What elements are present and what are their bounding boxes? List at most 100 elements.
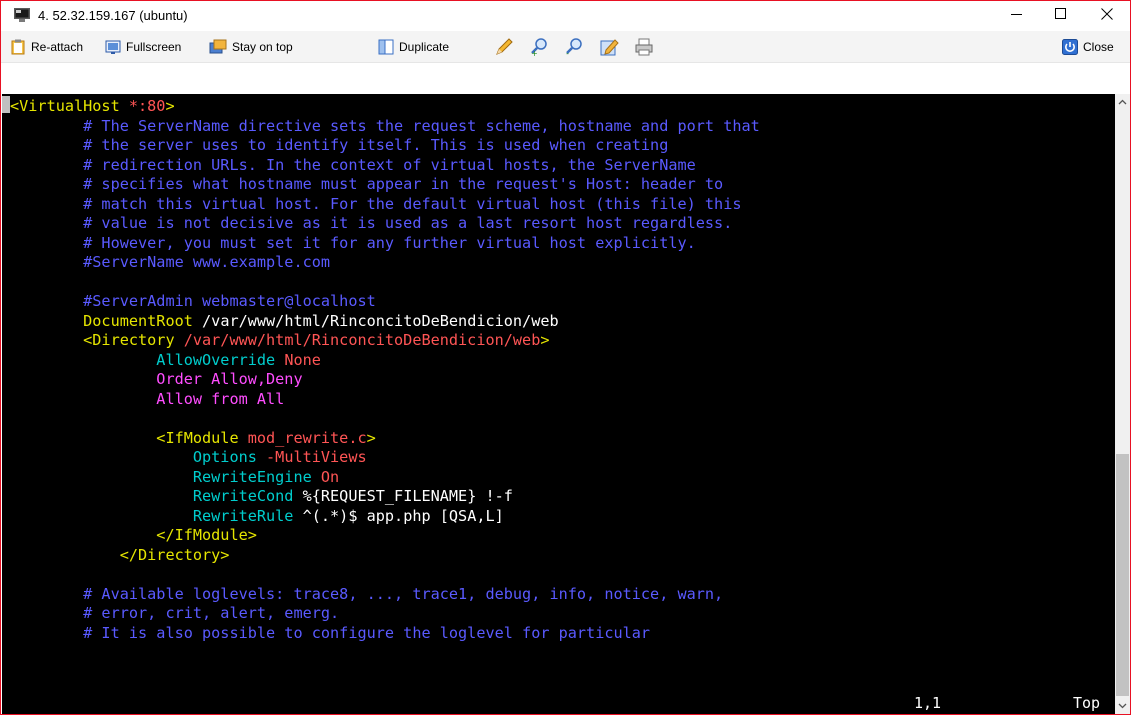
terminal-text: RewriteEngine bbox=[10, 467, 321, 486]
power-icon bbox=[1062, 39, 1078, 55]
window-title: 4. 52.32.159.167 (ubuntu) bbox=[38, 8, 188, 23]
terminal-text: # specifies what hostname must appear in… bbox=[10, 175, 724, 193]
terminal-text: </IfModule> bbox=[10, 526, 257, 544]
print-icon[interactable] bbox=[634, 37, 654, 57]
edit-icon[interactable] bbox=[599, 37, 619, 57]
terminal-line: #ServerAdmin webmaster@localhost bbox=[10, 292, 760, 312]
clipboard-icon bbox=[11, 39, 25, 55]
terminal-text: # However, you must set it for any furth… bbox=[10, 233, 696, 252]
fullscreen-button[interactable]: Fullscreen bbox=[105, 37, 181, 57]
maximize-icon bbox=[1055, 7, 1067, 25]
vertical-scrollbar[interactable] bbox=[1115, 94, 1130, 714]
scroll-up-button[interactable] bbox=[1115, 94, 1130, 109]
reattach-button[interactable]: Re-attach bbox=[10, 37, 83, 57]
terminal-line: Options -MultiViews bbox=[10, 448, 760, 468]
terminal-line: <VirtualHost *:80> bbox=[10, 97, 760, 117]
toolbar: Re-attach Fullscreen Stay on top Duplica… bbox=[1, 31, 1130, 63]
terminal-line: # The ServerName directive sets the requ… bbox=[10, 117, 760, 137]
terminal-text: #ServerAdmin webmaster@localhost bbox=[10, 292, 376, 310]
terminal-text: Order Allow,Deny bbox=[10, 370, 303, 388]
close-label: Close bbox=[1083, 40, 1114, 54]
terminal-text: > bbox=[366, 428, 376, 447]
zoom-out-icon[interactable]: - bbox=[564, 37, 584, 58]
terminal-text: # The ServerName directive sets the requ… bbox=[10, 116, 760, 135]
terminal-line: <IfModule mod_rewrite.c> bbox=[10, 429, 760, 449]
title-bar[interactable]: 4. 52.32.159.167 (ubuntu) bbox=[1, 1, 1130, 31]
duplicate-button[interactable]: Duplicate bbox=[378, 37, 449, 57]
chevron-down-icon bbox=[1118, 703, 1127, 708]
terminal-line: #ServerName www.example.com bbox=[10, 253, 760, 273]
terminal-text: mod_rewrite.c bbox=[247, 428, 367, 447]
close-icon bbox=[1101, 7, 1113, 25]
app-icon bbox=[14, 8, 30, 22]
minimize-button[interactable] bbox=[994, 1, 1040, 31]
terminal-window: 4. 52.32.159.167 (ubuntu) Re-attach Full… bbox=[0, 0, 1131, 715]
pencil-icon[interactable] bbox=[494, 37, 514, 57]
terminal-line: Order Allow,Deny bbox=[10, 370, 760, 390]
terminal-line: # specifies what hostname must appear in… bbox=[10, 175, 760, 195]
duplicate-label: Duplicate bbox=[399, 40, 450, 54]
terminal-line: RewriteEngine On bbox=[10, 468, 760, 488]
terminal-text: -MultiViews bbox=[266, 448, 367, 466]
reattach-label: Re-attach bbox=[31, 40, 84, 54]
terminal-line: # Available loglevels: trace8, ..., trac… bbox=[10, 585, 760, 605]
terminal-text: > bbox=[540, 331, 550, 349]
scroll-thumb[interactable] bbox=[1116, 454, 1129, 696]
terminal-text: *:80 bbox=[128, 97, 166, 115]
terminal-text: <VirtualHost bbox=[10, 97, 129, 115]
terminal-text: </Directory> bbox=[10, 545, 230, 564]
terminal-line: # It is also possible to configure the l… bbox=[10, 624, 760, 644]
cursor-position: 1,1 bbox=[914, 694, 942, 712]
terminal-text: <IfModule bbox=[10, 428, 248, 447]
maximize-button[interactable] bbox=[1038, 1, 1084, 31]
terminal-line: # error, crit, alert, emerg. bbox=[10, 604, 760, 624]
terminal-text: <Directory bbox=[10, 331, 184, 349]
terminal-text: # value is not decisive as it is used as… bbox=[10, 214, 733, 232]
stay-on-top-icon bbox=[209, 39, 227, 54]
terminal-text: # error, crit, alert, emerg. bbox=[10, 604, 340, 622]
duplicate-icon bbox=[378, 39, 394, 55]
terminal-text: ^(.*)$ app.php [QSA,L] bbox=[302, 506, 504, 525]
fullscreen-label: Fullscreen bbox=[126, 40, 182, 54]
terminal-line: <Directory /var/www/html/RinconcitoDeBen… bbox=[10, 331, 760, 351]
terminal-line: # match this virtual host. For the defau… bbox=[10, 195, 760, 215]
chevron-up-icon bbox=[1118, 99, 1127, 104]
terminal-line: </Directory> bbox=[10, 546, 760, 566]
terminal-content: <VirtualHost *:80> # The ServerName dire… bbox=[10, 97, 760, 643]
terminal-text: %{REQUEST_FILENAME} !-f bbox=[302, 487, 513, 505]
terminal-line: # value is not decisive as it is used as… bbox=[10, 214, 760, 234]
terminal-text: DocumentRoot bbox=[10, 311, 203, 330]
terminal-text: RewriteRule bbox=[10, 506, 303, 525]
zoom-in-icon[interactable]: + bbox=[529, 37, 549, 58]
terminal-text: # the server uses to identify itself. Th… bbox=[10, 136, 669, 154]
svg-text:+: + bbox=[531, 49, 538, 57]
terminal-line: </IfModule> bbox=[10, 526, 760, 546]
stay-on-top-label: Stay on top bbox=[232, 40, 293, 54]
svg-text:-: - bbox=[566, 49, 569, 57]
terminal-line: # redirection URLs. In the context of vi… bbox=[10, 156, 760, 176]
close-window-button[interactable] bbox=[1084, 1, 1130, 31]
terminal-line: RewriteCond %{REQUEST_FILENAME} !-f bbox=[10, 487, 760, 507]
terminal-text: # match this virtual host. For the defau… bbox=[10, 194, 742, 213]
scroll-down-button[interactable] bbox=[1115, 698, 1130, 713]
terminal-text: On bbox=[320, 467, 340, 486]
terminal-text: #ServerName www.example.com bbox=[10, 253, 331, 271]
terminal-line: # the server uses to identify itself. Th… bbox=[10, 136, 760, 156]
terminal-line: Allow from All bbox=[10, 390, 760, 410]
terminal-text: RewriteCond bbox=[10, 487, 303, 505]
terminal-line: DocumentRoot /var/www/html/RinconcitoDeB… bbox=[10, 312, 760, 332]
close-session-button[interactable]: Close bbox=[1062, 37, 1114, 57]
scroll-position: Top bbox=[1073, 694, 1101, 712]
terminal-text: # Available loglevels: trace8, ..., trac… bbox=[10, 584, 724, 603]
fullscreen-icon bbox=[105, 40, 121, 54]
terminal-text: None bbox=[284, 350, 321, 369]
terminal-line: # However, you must set it for any furth… bbox=[10, 234, 760, 254]
terminal-screen[interactable]: <VirtualHost *:80> # The ServerName dire… bbox=[2, 94, 1115, 714]
terminal-text: /var/www/html/RinconcitoDeBendicion/web bbox=[183, 331, 541, 349]
stay-on-top-button[interactable]: Stay on top bbox=[209, 37, 293, 57]
minimize-icon bbox=[1011, 7, 1023, 25]
terminal-line: RewriteRule ^(.*)$ app.php [QSA,L] bbox=[10, 507, 760, 527]
